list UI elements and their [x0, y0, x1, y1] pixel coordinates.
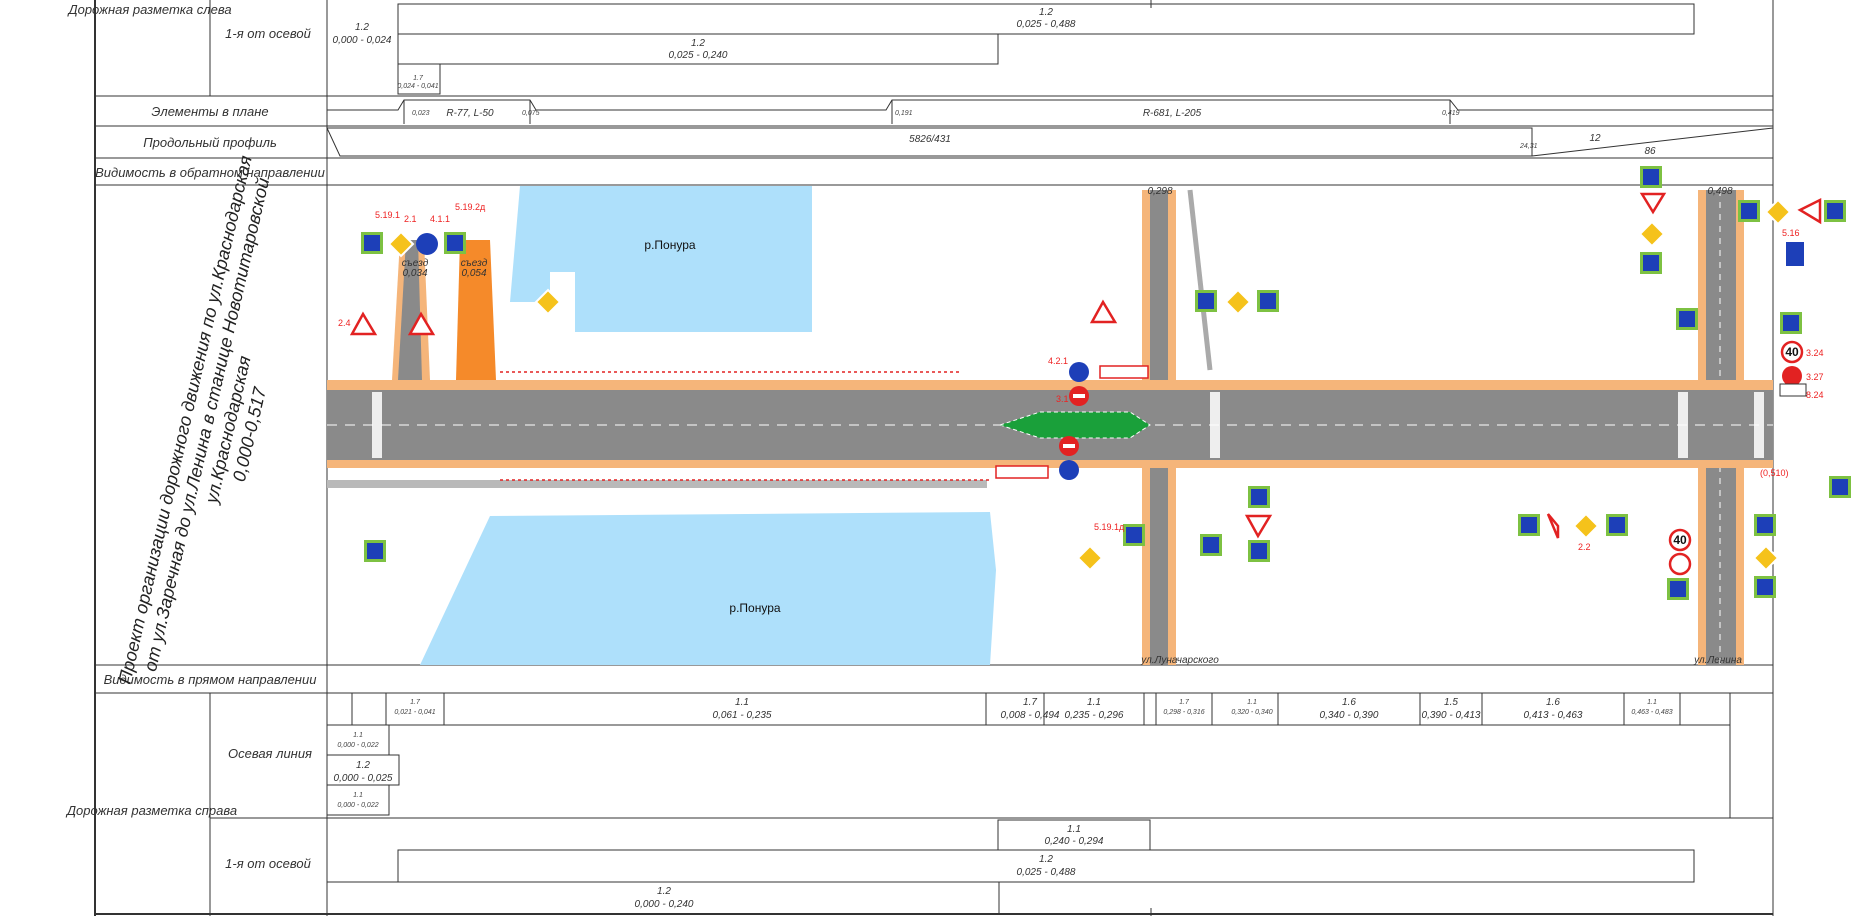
axis-mark-11-range: 0,000 - 0,025	[334, 773, 393, 784]
axis-mark-9-range: 0,463 - 0,483	[1631, 709, 1672, 716]
axis-mark-4-code: 1.7	[1179, 699, 1190, 706]
axis-line-label: Осевая линия	[228, 746, 312, 761]
profile-mark-0: 5826/431	[909, 134, 951, 145]
sign-code-4-1-1: 4.1.1	[430, 214, 450, 224]
plan-mark-5: 0,419	[1442, 110, 1460, 117]
left-mark-3-code: 1.2	[691, 38, 705, 49]
plan-mark-0: 0,023	[412, 110, 430, 117]
axis-mark-7-range: 0,390 - 0,413	[1422, 710, 1481, 721]
plan-mark-2: 0,075	[522, 110, 540, 117]
bottom-mark-1-code: 1.2	[1039, 854, 1053, 865]
plan-elements-curve	[327, 99, 1773, 124]
plan-mark-4: R-681, L-205	[1143, 108, 1202, 119]
km-498-label: 0,498	[1707, 186, 1732, 197]
bottom-mark-2-code: 1.2	[657, 886, 671, 897]
sign-code-5-16: 5.16	[1782, 228, 1800, 238]
sign-code-3-27: 3.27	[1806, 372, 1824, 382]
axis-mark-7-code: 1.5	[1444, 697, 1458, 708]
axis-mark-12-range: 0,000 - 0,022	[337, 802, 378, 809]
axis-mark-0-code: 1.7	[410, 699, 421, 706]
speed-limit-value: 40	[1785, 345, 1799, 359]
axis-mark-5-code: 1.1	[1247, 699, 1257, 706]
plan-elements-label: Элементы в плане	[151, 104, 268, 119]
street-lenina-label: ул.Ленина	[1693, 655, 1742, 666]
river-top-label: р.Понура	[644, 238, 695, 252]
axis-mark-3-range: 0,235 - 0,296	[1065, 710, 1124, 721]
sign-code-2-2: 2.2	[1578, 542, 1591, 552]
axis-mark-8-range: 0,413 - 0,463	[1524, 710, 1583, 721]
first-from-axis-bottom-label: 1-я от осевой	[225, 856, 311, 871]
long-profile-line	[326, 127, 1774, 157]
road-plan-drawing: Дорожная разметка слева 1-я от осевой Эл…	[65, 0, 1851, 916]
bottom-mark-2-range: 0,000 - 0,240	[635, 899, 694, 910]
axis-mark-10-range: 0,000 - 0,022	[337, 742, 378, 749]
left-mark-4-code: 1.7	[413, 75, 424, 82]
profile-mark-2: 12	[1589, 133, 1601, 144]
km-510-label: (0,510)	[1760, 468, 1789, 478]
bottom-mark-0-range: 0,240 - 0,294	[1045, 836, 1104, 847]
axis-mark-6-code: 1.6	[1342, 697, 1356, 708]
axis-mark-4-range: 0,298 - 0,316	[1163, 709, 1204, 716]
left-mark-1-range: 0,025 - 0,488	[1017, 19, 1076, 30]
sign-code-8-24: 8.24	[1806, 390, 1824, 400]
axis-mark-2-code: 1.7	[1023, 697, 1037, 708]
sign-code-3-1: 3.1	[1056, 394, 1069, 404]
plan-mark-3: 0,191	[895, 110, 913, 117]
river-bottom-label: р.Понура	[729, 601, 780, 615]
bottom-marking-boxes	[326, 819, 1695, 915]
left-mark-2-range: 0,000 - 0,024	[333, 35, 392, 46]
street-lunacharskogo-label: ул.Луначарского	[1140, 655, 1219, 666]
axis-mark-2-range: 0,008 - 0,494	[1001, 710, 1060, 721]
left-mark-3-range: 0,025 - 0,240	[669, 50, 728, 61]
plan-mark-1: R-77, L-50	[446, 108, 494, 119]
sign-code-2-4: 2.4	[338, 318, 351, 328]
axis-mark-0-range: 0,021 - 0,041	[394, 709, 435, 716]
axis-mark-3-code: 1.1	[1087, 697, 1101, 708]
speed-limit-value-2: 40	[1673, 533, 1687, 547]
axis-mark-5-range: 0,320 - 0,340	[1231, 709, 1272, 716]
sign-code-4-2-1: 4.2.1	[1048, 356, 1068, 366]
right-marking-label: Дорожная разметка справа	[65, 803, 237, 818]
bottom-mark-0-code: 1.1	[1067, 824, 1081, 835]
river-top	[510, 186, 812, 332]
sidewalk	[327, 480, 987, 488]
left-mark-2-code: 1.2	[355, 22, 369, 33]
axis-mark-11-code: 1.2	[356, 760, 370, 771]
drawing-title: Проект организации дорожного движения по…	[115, 153, 274, 685]
axis-mark-8-code: 1.6	[1546, 697, 1560, 708]
axis-mark-10-code: 1.1	[353, 732, 363, 739]
long-profile-label: Продольный профиль	[143, 135, 277, 150]
left-mark-4-range: 0,024 - 0,041	[397, 83, 438, 90]
left-mark-1-code: 1.2	[1039, 7, 1053, 18]
sign-code-2-1: 2.1	[404, 214, 417, 224]
river-bottom	[420, 512, 996, 665]
exit-2-km: 0,054	[461, 268, 486, 279]
km-298-label: 0,298	[1147, 186, 1172, 197]
axis-mark-1-range: 0,061 - 0,235	[713, 710, 772, 721]
first-from-axis-label: 1-я от осевой	[225, 26, 311, 41]
axis-mark-9-code: 1.1	[1647, 699, 1657, 706]
sign-code-5-19-1d: 5.19.1д	[1094, 522, 1125, 532]
sign-code-5-19-1: 5.19.1	[375, 210, 400, 220]
profile-mark-1: 24,31	[1519, 143, 1538, 150]
axis-mark-12-code: 1.1	[353, 792, 363, 799]
sign-code-5-19-2d: 5.19.2д	[455, 202, 486, 212]
left-marking-label-1: Дорожная разметка слева	[66, 2, 231, 17]
sign-code-3-24: 3.24	[1806, 348, 1824, 358]
bottom-mark-1-range: 0,025 - 0,488	[1017, 867, 1076, 878]
map-area: р.Понура р.Понура ул.Луначарского ул.Лен…	[327, 166, 1851, 666]
axis-mark-1-code: 1.1	[735, 697, 749, 708]
exit-1-km: 0,034	[402, 268, 427, 279]
profile-mark-3: 86	[1644, 146, 1656, 157]
visibility-back-label: Видимость в обратном направлении	[95, 165, 325, 180]
axis-mark-6-range: 0,340 - 0,390	[1320, 710, 1379, 721]
